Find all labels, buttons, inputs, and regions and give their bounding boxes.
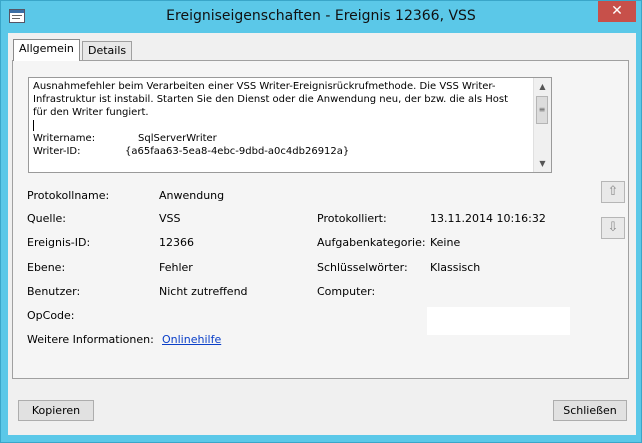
description-text-block: Ausnahmefehler beim Verarbeiten einer VS…: [33, 80, 531, 158]
tab-allgemein[interactable]: Allgemein: [13, 39, 80, 61]
writer-name-value: SqlServerWriter: [138, 133, 217, 144]
computer-label: Computer:: [317, 285, 376, 298]
general-tab-panel: Ausnahmefehler beim Verarbeiten einer VS…: [12, 60, 629, 379]
ebene-value: Fehler: [159, 261, 193, 274]
tab-details[interactable]: Details: [82, 41, 133, 61]
protokollname-value: Anwendung: [159, 189, 225, 202]
benutzer-label: Benutzer:: [27, 285, 81, 298]
description-text: Ausnahmefehler beim Verarbeiten einer VS…: [33, 81, 509, 118]
opcode-label: OpCode:: [27, 309, 75, 322]
dialog-client-area: Allgemein Details Ausnahmefehler beim Ve…: [8, 33, 636, 435]
ereignis-id-label: Ereignis-ID:: [27, 236, 91, 249]
window-title: Ereigniseigenschaften - Ereignis 12366, …: [166, 8, 476, 24]
ereignis-id-value: 12366: [159, 236, 194, 249]
event-description-textbox[interactable]: Ausnahmefehler beim Verarbeiten einer VS…: [28, 77, 552, 173]
weitere-informationen-label: Weitere Informationen:: [27, 333, 154, 346]
schluesselwoerter-value: Klassisch: [430, 261, 481, 274]
computer-value-box: [427, 307, 570, 335]
scrollbar-thumb[interactable]: ≡: [536, 96, 548, 124]
arrow-down-icon: ⇩: [607, 220, 619, 235]
aufgabenkategorie-value: Keine: [430, 236, 461, 249]
writer-name-row: Writername: SqlServerWriter: [33, 132, 531, 145]
protokolliert-label: Protokolliert:: [317, 212, 387, 225]
writer-id-row: Writer-ID: {a65faa63-5ea8-4ebc-9dbd-a0c4d…: [33, 145, 531, 158]
quelle-value: VSS: [159, 212, 181, 225]
scroll-down-arrow-icon[interactable]: ▼: [534, 155, 551, 172]
writer-id-value: {a65faa63-5ea8-4ebc-9dbd-a0c4db26912a}: [125, 146, 350, 157]
title-bar[interactable]: Ereigniseigenschaften - Ereignis 12366, …: [1, 1, 641, 33]
scroll-up-arrow-icon[interactable]: ▲: [534, 78, 551, 95]
description-scrollbar[interactable]: ▲ ≡ ▼: [533, 78, 551, 172]
next-event-button[interactable]: ⇩: [601, 217, 625, 239]
benutzer-value: Nicht zutreffend: [159, 285, 248, 298]
aufgabenkategorie-label: Aufgabenkategorie:: [317, 236, 426, 249]
quelle-label: Quelle:: [27, 212, 66, 225]
schluesselwoerter-label: Schlüsselwörter:: [317, 261, 408, 274]
window-close-button[interactable]: ✕: [598, 1, 636, 22]
kopieren-button[interactable]: Kopieren: [18, 400, 94, 421]
writer-name-label: Writername:: [33, 133, 96, 144]
protokollname-label: Protokollname:: [27, 189, 110, 202]
arrow-up-icon: ⇧: [607, 184, 619, 199]
close-icon: ✕: [611, 3, 623, 19]
schliessen-button[interactable]: Schließen: [553, 400, 627, 421]
event-properties-window: Ereigniseigenschaften - Ereignis 12366, …: [0, 0, 642, 443]
protokolliert-value: 13.11.2014 10:16:32: [430, 212, 546, 225]
ebene-label: Ebene:: [27, 261, 66, 274]
previous-event-button[interactable]: ⇧: [601, 181, 625, 203]
writer-id-label: Writer-ID:: [33, 146, 81, 157]
onlinehilfe-link[interactable]: Onlinehilfe: [162, 333, 221, 346]
text-caret: [33, 119, 34, 131]
